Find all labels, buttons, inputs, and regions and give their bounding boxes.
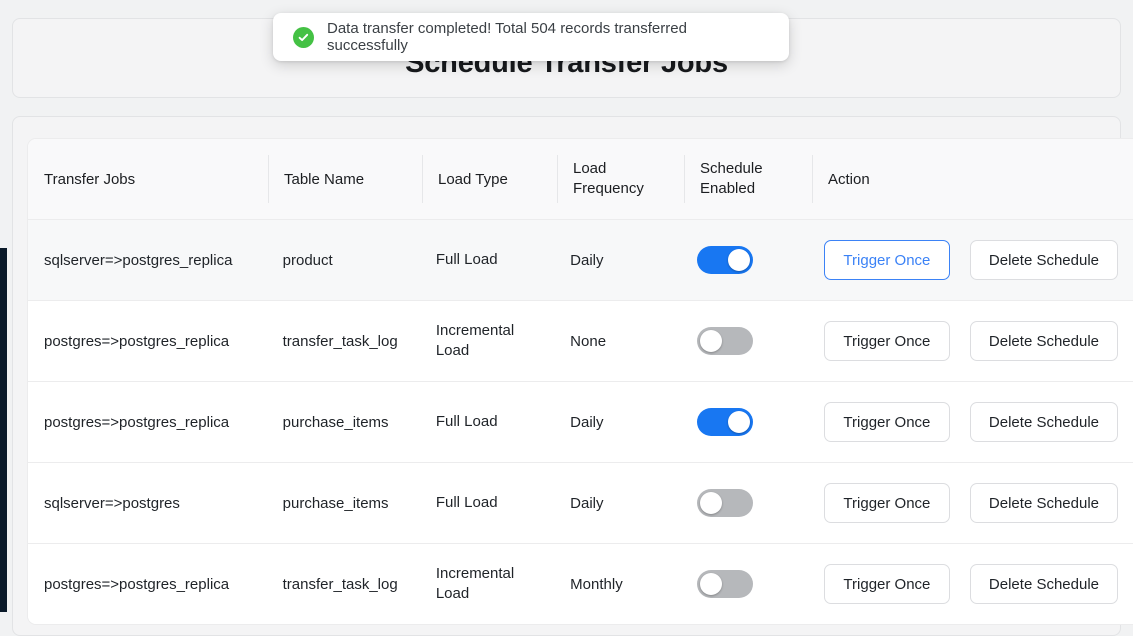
schedule-enabled-toggle[interactable] bbox=[697, 570, 753, 598]
table-row: sqlserver=>postgres purchase_items Full … bbox=[28, 463, 1133, 544]
cell-load-type: Full Load bbox=[420, 463, 554, 543]
left-accent-rail bbox=[0, 248, 7, 612]
cell-load-type: Incremental Load bbox=[420, 544, 554, 624]
cell-load-frequency: Monthly bbox=[554, 544, 680, 624]
cell-load-type-label: Incremental Load bbox=[436, 564, 538, 604]
delete-schedule-button[interactable]: Delete Schedule bbox=[970, 564, 1118, 604]
toggle-knob bbox=[700, 330, 722, 352]
delete-schedule-button[interactable]: Delete Schedule bbox=[970, 321, 1118, 361]
cell-load-frequency: Daily bbox=[554, 463, 680, 543]
table-header-row: Transfer Jobs Table Name Load Type Load … bbox=[28, 139, 1133, 220]
cell-table-name: transfer_task_log bbox=[267, 301, 420, 381]
toggle-knob bbox=[700, 573, 722, 595]
action-button-group: Trigger Once Delete Schedule bbox=[824, 564, 1118, 604]
cell-load-type-label: Full Load bbox=[436, 250, 498, 270]
trigger-once-button[interactable]: Trigger Once bbox=[824, 321, 950, 361]
cell-schedule-enabled bbox=[681, 220, 808, 300]
cell-schedule-enabled bbox=[681, 301, 808, 381]
action-button-group: Trigger Once Delete Schedule bbox=[824, 483, 1118, 523]
cell-action: Trigger Once Delete Schedule bbox=[808, 220, 1133, 300]
schedule-enabled-toggle[interactable] bbox=[697, 327, 753, 355]
cell-transfer-job: postgres=>postgres_replica bbox=[28, 301, 267, 381]
delete-schedule-button[interactable]: Delete Schedule bbox=[970, 240, 1118, 280]
delete-schedule-button[interactable]: Delete Schedule bbox=[970, 483, 1118, 523]
trigger-once-button[interactable]: Trigger Once bbox=[824, 240, 950, 280]
cell-load-frequency: Daily bbox=[554, 220, 680, 300]
cell-action: Trigger Once Delete Schedule bbox=[808, 382, 1133, 462]
table-container-card: Transfer Jobs Table Name Load Type Load … bbox=[12, 116, 1121, 636]
column-header-action: Action bbox=[812, 139, 1133, 219]
delete-schedule-button[interactable]: Delete Schedule bbox=[970, 402, 1118, 442]
cell-table-name: product bbox=[267, 220, 420, 300]
cell-table-name: purchase_items bbox=[267, 463, 420, 543]
cell-load-type: Incremental Load bbox=[420, 301, 554, 381]
cell-schedule-enabled bbox=[681, 382, 808, 462]
toggle-knob bbox=[700, 492, 722, 514]
schedule-enabled-toggle[interactable] bbox=[697, 408, 753, 436]
schedule-enabled-toggle[interactable] bbox=[697, 246, 753, 274]
cell-action: Trigger Once Delete Schedule bbox=[808, 463, 1133, 543]
cell-load-frequency: None bbox=[554, 301, 680, 381]
toggle-knob bbox=[728, 411, 750, 433]
schedule-enabled-toggle[interactable] bbox=[697, 489, 753, 517]
trigger-once-button[interactable]: Trigger Once bbox=[824, 402, 950, 442]
action-button-group: Trigger Once Delete Schedule bbox=[824, 321, 1118, 361]
column-header-load-frequency: Load Frequency bbox=[557, 139, 684, 219]
cell-load-frequency: Daily bbox=[554, 382, 680, 462]
cell-action: Trigger Once Delete Schedule bbox=[808, 301, 1133, 381]
table-row: postgres=>postgres_replica transfer_task… bbox=[28, 544, 1133, 624]
column-header-schedule-enabled-label: Schedule Enabled bbox=[700, 159, 796, 199]
column-header-table-name: Table Name bbox=[268, 139, 422, 219]
cell-schedule-enabled bbox=[681, 463, 808, 543]
check-circle-icon bbox=[293, 27, 314, 48]
trigger-once-button[interactable]: Trigger Once bbox=[824, 564, 950, 604]
column-header-transfer-jobs: Transfer Jobs bbox=[28, 139, 268, 219]
table-row: postgres=>postgres_replica transfer_task… bbox=[28, 301, 1133, 382]
cell-schedule-enabled bbox=[681, 544, 808, 624]
table-row: sqlserver=>postgres_replica product Full… bbox=[28, 220, 1133, 301]
table-row: postgres=>postgres_replica purchase_item… bbox=[28, 382, 1133, 463]
action-button-group: Trigger Once Delete Schedule bbox=[824, 402, 1118, 442]
toast-message: Data transfer completed! Total 504 recor… bbox=[327, 20, 769, 54]
cell-load-type: Full Load bbox=[420, 220, 554, 300]
cell-transfer-job: sqlserver=>postgres_replica bbox=[28, 220, 267, 300]
cell-load-type-label: Full Load bbox=[436, 412, 498, 432]
cell-table-name: transfer_task_log bbox=[267, 544, 420, 624]
cell-action: Trigger Once Delete Schedule bbox=[808, 544, 1133, 624]
column-header-load-frequency-label: Load Frequency bbox=[573, 159, 668, 199]
column-header-load-type: Load Type bbox=[422, 139, 557, 219]
column-header-schedule-enabled: Schedule Enabled bbox=[684, 139, 812, 219]
action-button-group: Trigger Once Delete Schedule bbox=[824, 240, 1118, 280]
success-toast: Data transfer completed! Total 504 recor… bbox=[273, 13, 789, 61]
transfer-jobs-table: Transfer Jobs Table Name Load Type Load … bbox=[28, 139, 1133, 624]
cell-table-name: purchase_items bbox=[267, 382, 420, 462]
cell-load-type-label: Full Load bbox=[436, 493, 498, 513]
cell-load-type-label: Incremental Load bbox=[436, 321, 538, 361]
cell-load-type: Full Load bbox=[420, 382, 554, 462]
cell-transfer-job: sqlserver=>postgres bbox=[28, 463, 267, 543]
cell-transfer-job: postgres=>postgres_replica bbox=[28, 382, 267, 462]
toggle-knob bbox=[728, 249, 750, 271]
cell-transfer-job: postgres=>postgres_replica bbox=[28, 544, 267, 624]
trigger-once-button[interactable]: Trigger Once bbox=[824, 483, 950, 523]
